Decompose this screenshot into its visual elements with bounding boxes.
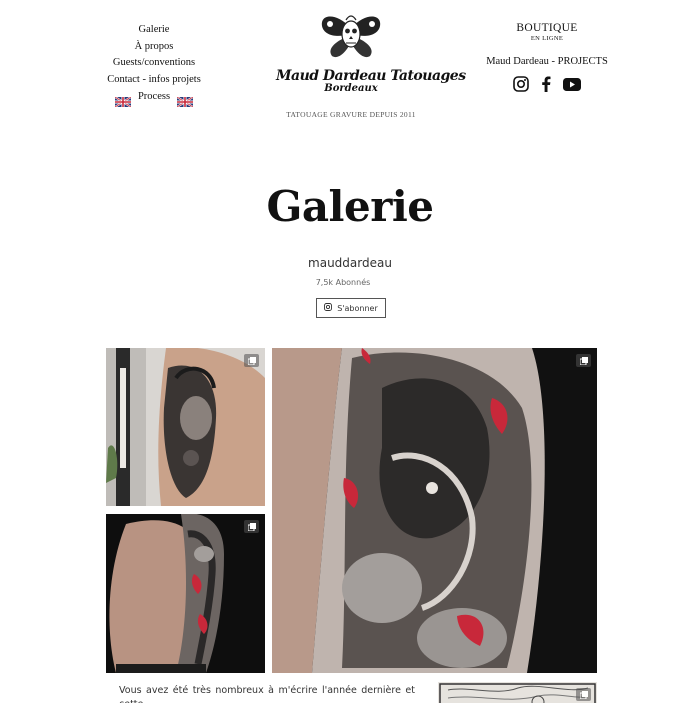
nav-contact[interactable]: Contact - infos projets <box>100 72 208 89</box>
nav-galerie[interactable]: Galerie <box>100 22 208 39</box>
main-nav: Galerie À propos Guests/conventions Cont… <box>100 22 208 109</box>
intro-paragraph: Vous avez été très nombreux à m'écrire l… <box>119 685 415 703</box>
tattoo-photo <box>106 348 265 506</box>
moth-skull-logo-icon <box>321 15 381 58</box>
tattoo-photo <box>272 348 597 673</box>
process-row: Process <box>100 89 208 109</box>
brand-name: Maud Dardeau Tatouages <box>276 68 466 84</box>
social-links <box>480 76 614 92</box>
carousel-icon <box>244 354 259 367</box>
youtube-icon[interactable] <box>563 77 581 91</box>
brand-tagline: TATOUAGE GRAVURE DEPUIS 2011 <box>286 110 416 119</box>
carousel-icon <box>576 688 591 701</box>
subscribe-button[interactable]: S'abonner <box>316 298 386 318</box>
gallery-post[interactable] <box>438 682 597 703</box>
gallery-post[interactable] <box>106 514 265 673</box>
nav-guests-conventions[interactable]: Guests/conventions <box>100 55 208 72</box>
tattoo-photo <box>106 514 265 673</box>
brand-city: Bordeaux <box>324 83 378 94</box>
gallery-post[interactable] <box>272 348 597 673</box>
nav-a-propos[interactable]: À propos <box>100 39 208 56</box>
subscribe-label: S'abonner <box>337 303 378 313</box>
instagram-icon[interactable] <box>513 76 529 92</box>
secondary-nav: BOUTIQUE EN LIGNE Maud Dardeau - PROJECT… <box>480 22 614 92</box>
engraving-photo <box>438 682 597 703</box>
boutique-sublabel: EN LIGNE <box>530 35 564 42</box>
instagram-icon <box>324 303 333 313</box>
uk-flag-icon <box>176 92 194 109</box>
page-title: Galerie <box>266 182 434 231</box>
projects-link[interactable]: Maud Dardeau - PROJECTS <box>480 56 614 67</box>
facebook-icon[interactable] <box>541 76 551 92</box>
gallery-post[interactable] <box>106 348 265 506</box>
follower-count: 7,5k Abonnés <box>315 278 371 287</box>
nav-process[interactable]: Process <box>138 89 170 106</box>
instagram-account-name[interactable]: mauddardeau <box>0 256 700 270</box>
carousel-icon <box>244 520 259 533</box>
uk-flag-icon <box>114 92 132 109</box>
carousel-icon <box>576 354 591 367</box>
boutique-link[interactable]: BOUTIQUE <box>480 22 614 34</box>
site-logo[interactable]: Maud Dardeau Tatouages Bordeaux TATOUAGE… <box>276 8 466 119</box>
